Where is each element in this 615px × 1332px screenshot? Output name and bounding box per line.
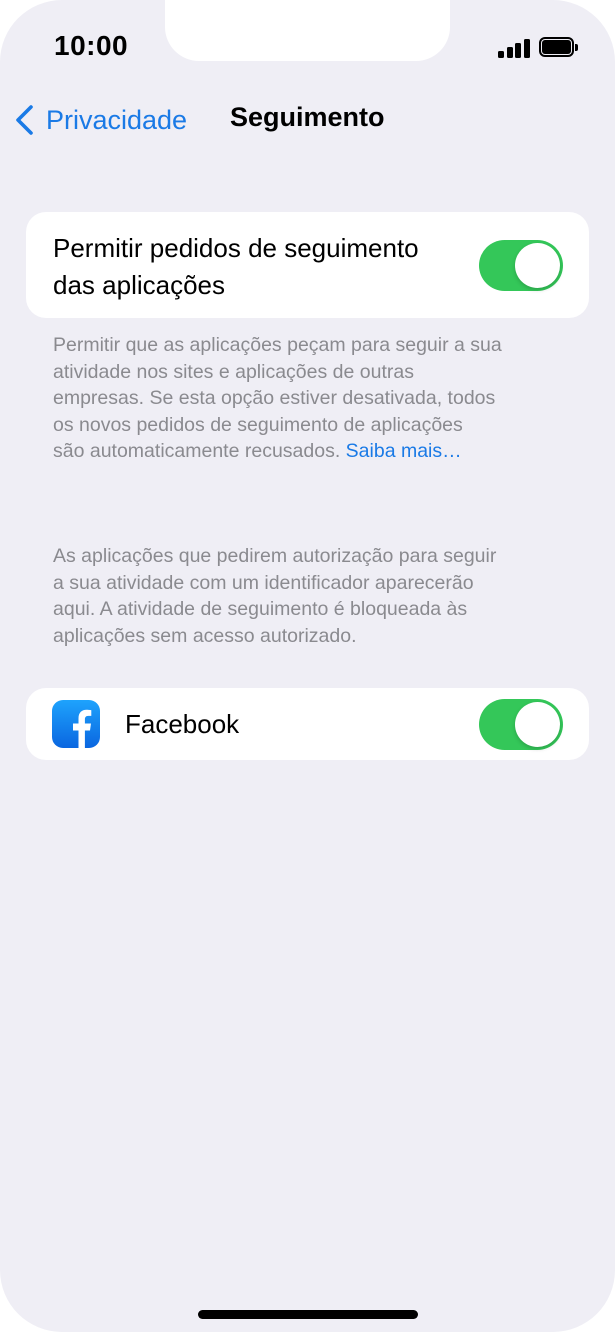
home-indicator[interactable] — [198, 1310, 418, 1319]
app-name-label: Facebook — [125, 709, 240, 739]
allow-tracking-label-line1: Permitir pedidos de seguimento — [53, 233, 419, 263]
footer-line-text: são automaticamente recusados. — [53, 440, 341, 462]
footer-line-last: são automaticamente recusados. Saiba mai… — [53, 438, 573, 465]
header-line: a sua atividade com um identificador apa… — [53, 571, 474, 594]
tracking-explanation-footer: Permitir que as aplicações peçam para se… — [53, 332, 573, 465]
header-line: As aplicações que pedirem autorização pa… — [53, 545, 497, 567]
phone-screen: 10:00 Privacidade Seguimento Permitir pe… — [0, 0, 615, 1332]
page-title: Seguimento — [230, 102, 385, 132]
footer-line: Permitir que as aplicações peçam para se… — [53, 334, 502, 356]
device-notch — [165, 0, 450, 61]
allow-tracking-requests-toggle[interactable] — [479, 240, 563, 291]
apps-section-header: As aplicações que pedirem autorização pa… — [53, 543, 573, 649]
learn-more-link[interactable]: Saiba mais… — [346, 440, 462, 462]
status-bar-time: 10:00 — [54, 30, 129, 61]
allow-tracking-label-line2: das aplicações — [53, 270, 225, 300]
back-button-label: Privacidade — [46, 104, 188, 135]
footer-line: atividade nos sites e aplicações de outr… — [53, 360, 414, 383]
footer-line: empresas. Se esta opção estiver desativa… — [53, 387, 496, 409]
facebook-icon — [52, 700, 100, 748]
header-line: aqui. A atividade de seguimento é bloque… — [53, 598, 468, 620]
app-list-item-facebook: Facebook — [26, 688, 589, 760]
cellular-signal-icon — [498, 38, 530, 58]
toggle-knob — [515, 243, 560, 288]
battery-icon — [539, 37, 579, 59]
back-button[interactable]: Privacidade — [14, 100, 187, 140]
header-line: aplicações sem acesso autorizado. — [53, 624, 357, 647]
facebook-tracking-toggle[interactable] — [479, 699, 563, 750]
chevron-left-icon — [14, 104, 34, 136]
allow-tracking-requests-card: Permitir pedidos de seguimento das aplic… — [26, 212, 589, 318]
allow-tracking-requests-label: Permitir pedidos de seguimento das aplic… — [53, 230, 419, 304]
toggle-knob — [515, 702, 560, 747]
footer-line: os novos pedidos de seguimento de aplica… — [53, 413, 463, 436]
